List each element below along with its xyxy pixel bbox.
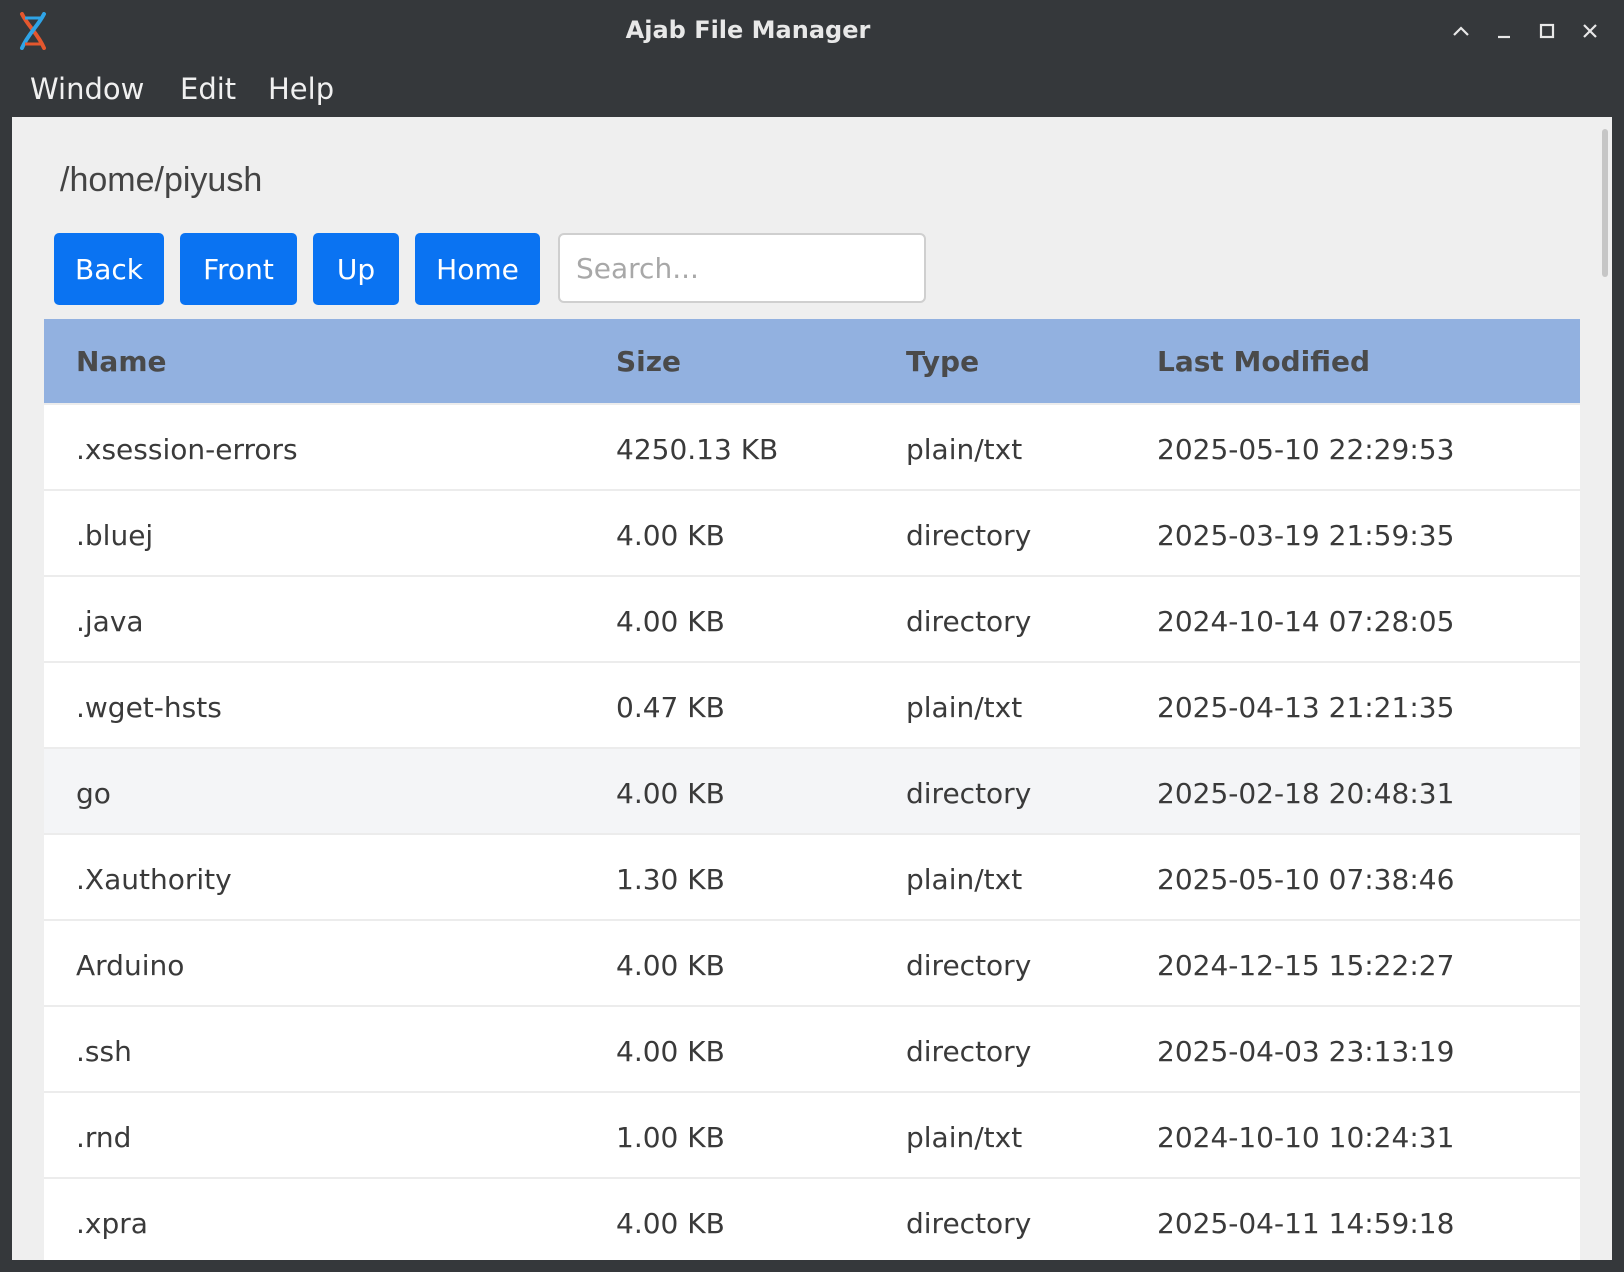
table-row[interactable]: .xsession-errors 4250.13 KB plain/txt 20…: [44, 403, 1580, 489]
file-type: plain/txt: [906, 863, 1023, 896]
file-name: Arduino: [76, 949, 185, 982]
file-modified: 2025-04-11 14:59:18: [1157, 1207, 1455, 1240]
file-type: directory: [906, 519, 1032, 552]
table-row[interactable]: .bluej 4.00 KB directory 2025-03-19 21:5…: [44, 489, 1580, 575]
file-table: Name Size Type Last Modified .xsession-e…: [44, 319, 1580, 1260]
menu-window[interactable]: Window: [30, 72, 144, 106]
file-name: .xpra: [76, 1207, 148, 1240]
up-button[interactable]: Up: [313, 233, 399, 305]
file-modified: 2025-04-03 23:13:19: [1157, 1035, 1455, 1068]
file-modified: 2024-10-14 07:28:05: [1157, 605, 1455, 638]
file-type: plain/txt: [906, 433, 1023, 466]
window-title: Ajab File Manager: [625, 16, 871, 44]
file-modified: 2025-02-18 20:48:31: [1157, 777, 1455, 810]
file-name: .wget-hsts: [76, 691, 222, 724]
file-size: 4.00 KB: [616, 519, 725, 552]
file-type: directory: [906, 949, 1032, 982]
table-row[interactable]: go 4.00 KB directory 2025-02-18 20:48:31: [44, 747, 1580, 833]
table-header: Name Size Type Last Modified: [44, 319, 1580, 403]
file-name: .bluej: [76, 519, 154, 552]
file-size: 4.00 KB: [616, 1207, 725, 1240]
file-type: directory: [906, 605, 1032, 638]
file-name: .java: [76, 605, 144, 638]
maximize-icon[interactable]: [1534, 18, 1560, 44]
menu-bar: Window Edit Help: [0, 66, 1624, 116]
file-size: 0.47 KB: [616, 691, 725, 724]
file-type: plain/txt: [906, 691, 1023, 724]
table-row[interactable]: .wget-hsts 0.47 KB plain/txt 2025-04-13 …: [44, 661, 1580, 747]
file-type: plain/txt: [906, 1121, 1023, 1154]
file-name: .Xauthority: [76, 863, 232, 896]
table-row[interactable]: Arduino 4.00 KB directory 2024-12-15 15:…: [44, 919, 1580, 1005]
home-button[interactable]: Home: [415, 233, 540, 305]
file-size: 1.00 KB: [616, 1121, 725, 1154]
table-row[interactable]: .xpra 4.00 KB directory 2025-04-11 14:59…: [44, 1177, 1580, 1260]
current-path: /home/piyush: [60, 161, 263, 199]
file-size: 4.00 KB: [616, 605, 725, 638]
front-button[interactable]: Front: [180, 233, 297, 305]
back-button[interactable]: Back: [54, 233, 164, 305]
file-size: 1.30 KB: [616, 863, 725, 896]
menu-help[interactable]: Help: [268, 72, 334, 106]
chevron-up-icon[interactable]: [1448, 18, 1474, 44]
file-name: .rnd: [76, 1121, 132, 1154]
file-type: directory: [906, 1035, 1032, 1068]
column-header-type[interactable]: Type: [906, 345, 979, 378]
column-header-last-modified[interactable]: Last Modified: [1157, 345, 1370, 378]
vertical-scrollbar[interactable]: [1602, 129, 1608, 277]
file-size: 4.00 KB: [616, 1035, 725, 1068]
file-modified: 2025-05-10 07:38:46: [1157, 863, 1455, 896]
file-modified: 2025-03-19 21:59:35: [1157, 519, 1455, 552]
file-name: .ssh: [76, 1035, 132, 1068]
file-name: .xsession-errors: [76, 433, 298, 466]
table-row[interactable]: .ssh 4.00 KB directory 2025-04-03 23:13:…: [44, 1005, 1580, 1091]
app-window: Ajab File Manager Window Edit Help /home…: [0, 0, 1624, 1272]
file-modified: 2025-05-10 22:29:53: [1157, 433, 1455, 466]
column-header-size[interactable]: Size: [616, 345, 681, 378]
minimize-icon[interactable]: [1491, 18, 1517, 44]
menu-edit[interactable]: Edit: [180, 72, 236, 106]
file-modified: 2024-12-15 15:22:27: [1157, 949, 1455, 982]
file-modified: 2024-10-10 10:24:31: [1157, 1121, 1455, 1154]
file-size: 4250.13 KB: [616, 433, 779, 466]
search-input[interactable]: [558, 233, 926, 303]
table-row[interactable]: .rnd 1.00 KB plain/txt 2024-10-10 10:24:…: [44, 1091, 1580, 1177]
column-header-name[interactable]: Name: [76, 345, 167, 378]
title-bar[interactable]: Ajab File Manager: [0, 0, 1624, 66]
file-type: directory: [906, 777, 1032, 810]
table-body: .xsession-errors 4250.13 KB plain/txt 20…: [44, 403, 1580, 1260]
file-size: 4.00 KB: [616, 949, 725, 982]
table-row[interactable]: .Xauthority 1.30 KB plain/txt 2025-05-10…: [44, 833, 1580, 919]
file-name: go: [76, 777, 111, 810]
file-size: 4.00 KB: [616, 777, 725, 810]
table-row[interactable]: .java 4.00 KB directory 2024-10-14 07:28…: [44, 575, 1580, 661]
file-type: directory: [906, 1207, 1032, 1240]
file-modified: 2025-04-13 21:21:35: [1157, 691, 1455, 724]
close-icon[interactable]: [1577, 18, 1603, 44]
content-panel: /home/piyush Back Front Up Home Name Siz…: [12, 117, 1612, 1260]
